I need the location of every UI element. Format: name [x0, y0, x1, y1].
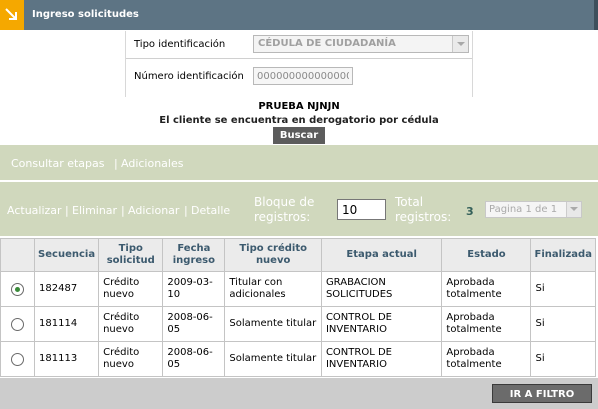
- column-header-finalizada: Finalizada: [530, 238, 596, 272]
- arrow-corner-icon: [5, 8, 17, 20]
- title-bar: Ingreso solicitudes: [0, 0, 598, 30]
- buscar-button[interactable]: Buscar: [273, 127, 325, 144]
- adicionar-link[interactable]: Adicionar: [128, 204, 179, 217]
- page-select[interactable]: Pagina 1 de 1: [485, 201, 582, 218]
- footer-bar: IR A FILTRO: [0, 378, 598, 409]
- etapa-cell: CONTROL DE INVENTARIO: [320, 306, 443, 342]
- estado-cell: Aprobada totalmente: [441, 271, 532, 307]
- secuencia-cell: 181114: [34, 306, 100, 342]
- column-header-fecha-ingreso: Fecha ingreso: [162, 238, 226, 272]
- row-select-cell: [0, 271, 36, 307]
- search-form: Tipo identificación CÉDULA DE CIUDADANÍA…: [125, 31, 473, 97]
- tipo-solicitud-cell: Crédito nuevo: [98, 341, 164, 377]
- row-radio-selected[interactable]: [11, 282, 25, 296]
- column-header-secuencia: Secuencia: [34, 238, 100, 272]
- numero-identificacion-input[interactable]: [253, 67, 353, 85]
- solicitudes-table: Secuencia Tipo solicitud Fecha ingreso T…: [0, 238, 596, 377]
- tipo-identificacion-label: Tipo identificación: [134, 39, 226, 50]
- estado-cell: Aprobada totalmente: [441, 306, 532, 342]
- detalle-link[interactable]: Detalle: [191, 204, 230, 217]
- column-header-tipo-credito: Tipo crédito nuevo: [224, 238, 322, 272]
- separator: |: [114, 157, 118, 170]
- row-radio[interactable]: [11, 317, 25, 331]
- title-bar-edge: [594, 0, 598, 30]
- table-row[interactable]: 182487 Crédito nuevo 2009-03-10 Titular …: [0, 271, 596, 307]
- estado-cell: Aprobada totalmente: [441, 341, 532, 377]
- total-registros-value: 3: [466, 205, 474, 218]
- bloque-registros-input[interactable]: [337, 199, 386, 220]
- chevron-down-icon: [566, 202, 581, 217]
- client-status-message: El cliente se encuentra en derogatorio p…: [159, 115, 439, 126]
- secuencia-cell: 181113: [34, 341, 100, 377]
- row-select-cell: [0, 341, 36, 377]
- corner-badge: [0, 0, 24, 30]
- select-column-header: [0, 238, 36, 272]
- page-title: Ingreso solicitudes: [32, 9, 139, 20]
- column-header-etapa-actual: Etapa actual: [320, 238, 443, 272]
- finalizada-cell: Si: [530, 271, 596, 307]
- total-label-line2: registros:: [395, 210, 452, 224]
- fecha-cell: 2008-06-05: [162, 341, 226, 377]
- total-registros-label: Total registros:: [395, 195, 451, 225]
- column-header-estado: Estado: [441, 238, 532, 272]
- adicionales-link[interactable]: Adicionales: [121, 157, 183, 170]
- tipo-solicitud-cell: Crédito nuevo: [98, 271, 164, 307]
- table-header-row: Secuencia Tipo solicitud Fecha ingreso T…: [0, 238, 596, 272]
- actions-bar: Actualizar | Eliminar | Adicionar | Deta…: [0, 182, 598, 236]
- eliminar-link[interactable]: Eliminar: [72, 204, 117, 217]
- actualizar-link[interactable]: Actualizar: [7, 204, 62, 217]
- tipo-credito-cell: Titular con adicionales: [224, 271, 322, 307]
- tipo-identificacion-select[interactable]: CÉDULA DE CIUDADANÍA: [253, 35, 469, 53]
- tipo-credito-cell: Solamente titular: [224, 306, 322, 342]
- column-header-tipo-solicitud: Tipo solicitud: [98, 238, 164, 272]
- separator: |: [65, 204, 69, 217]
- consultar-etapas-link[interactable]: Consultar etapas: [11, 157, 105, 170]
- row-select-cell: [0, 306, 36, 342]
- secuencia-cell: 182487: [34, 271, 100, 307]
- bloque-label-line1: Bloque de: [254, 195, 315, 209]
- client-name: PRUEBA NJNJN: [258, 101, 340, 112]
- numero-identificacion-label: Número identificación: [134, 71, 244, 82]
- page-select-value: Pagina 1 de 1: [489, 204, 558, 215]
- fecha-cell: 2009-03-10: [162, 271, 226, 307]
- ir-a-filtro-button[interactable]: IR A FILTRO: [492, 384, 592, 403]
- table-row[interactable]: 181114 Crédito nuevo 2008-06-05 Solament…: [0, 306, 596, 342]
- bloque-label-line2: registros:: [254, 210, 311, 224]
- etapa-cell: CONTROL DE INVENTARIO: [320, 341, 443, 377]
- tipo-credito-cell: Solamente titular: [224, 341, 322, 377]
- finalizada-cell: Si: [530, 306, 596, 342]
- separator: |: [121, 204, 125, 217]
- tipo-identificacion-value: CÉDULA DE CIUDADANÍA: [258, 38, 396, 49]
- chevron-down-icon: [452, 36, 468, 52]
- finalizada-cell: Si: [530, 341, 596, 377]
- row-radio[interactable]: [11, 352, 25, 366]
- numero-identificacion-row: Número identificación: [126, 63, 472, 91]
- separator: |: [184, 204, 188, 217]
- fecha-cell: 2008-06-05: [162, 306, 226, 342]
- total-label-line1: Total: [395, 195, 424, 209]
- etapa-cell: GRABACION SOLICITUDES: [320, 271, 443, 307]
- tipo-solicitud-cell: Crédito nuevo: [98, 306, 164, 342]
- links-bar: Consultar etapas | Adicionales: [0, 145, 598, 180]
- bloque-registros-label: Bloque de registros:: [254, 195, 314, 225]
- table-row[interactable]: 181113 Crédito nuevo 2008-06-05 Solament…: [0, 341, 596, 377]
- tipo-identificacion-row: Tipo identificación CÉDULA DE CIUDADANÍA: [126, 31, 472, 59]
